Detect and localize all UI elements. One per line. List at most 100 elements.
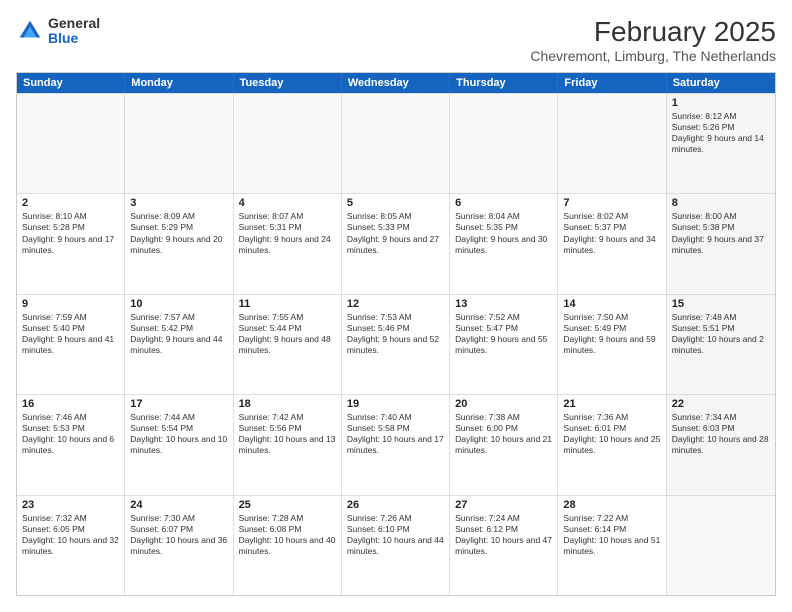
calendar-header-cell: Wednesday	[342, 73, 450, 93]
calendar-header-cell: Sunday	[17, 73, 125, 93]
cell-info: Sunrise: 7:28 AM Sunset: 6:08 PM Dayligh…	[239, 513, 336, 557]
calendar-cell: 19 Sunrise: 7:40 AM Sunset: 5:58 PM Dayli…	[342, 395, 450, 494]
calendar-header-cell: Tuesday	[234, 73, 342, 93]
calendar-cell	[234, 94, 342, 193]
calendar-cell: 10 Sunrise: 7:57 AM Sunset: 5:42 PM Dayli…	[125, 295, 233, 394]
calendar-cell: 15Sunrise: 7:48 AM Sunset: 5:51 PM Dayli…	[667, 295, 775, 394]
cell-info: Sunrise: 8:05 AM Sunset: 5:33 PM Dayligh…	[347, 211, 444, 255]
day-number: 8	[672, 197, 770, 209]
day-number: 10	[130, 298, 227, 310]
subtitle: Chevremont, Limburg, The Netherlands	[530, 48, 776, 64]
cell-info: Sunrise: 8:00 AM Sunset: 5:38 PM Dayligh…	[672, 211, 770, 255]
cell-info: Sunrise: 8:02 AM Sunset: 5:37 PM Dayligh…	[563, 211, 660, 255]
calendar-cell: 13Sunrise: 7:52 AM Sunset: 5:47 PM Dayli…	[450, 295, 558, 394]
calendar-cell: 12 Sunrise: 7:53 AM Sunset: 5:46 PM Dayli…	[342, 295, 450, 394]
day-number: 17	[130, 398, 227, 410]
cell-info: Sunrise: 7:44 AM Sunset: 5:54 PM Dayligh…	[130, 412, 227, 456]
calendar-cell	[17, 94, 125, 193]
day-number: 28	[563, 499, 660, 511]
calendar-cell: 21 Sunrise: 7:36 AM Sunset: 6:01 PM Dayli…	[558, 395, 666, 494]
calendar-header-cell: Saturday	[667, 73, 775, 93]
calendar-cell: 4 Sunrise: 8:07 AM Sunset: 5:31 PM Daylig…	[234, 194, 342, 293]
calendar-body: 1Sunrise: 8:12 AM Sunset: 5:26 PM Daylig…	[17, 93, 775, 595]
calendar-header-cell: Friday	[558, 73, 666, 93]
cell-info: Sunrise: 8:04 AM Sunset: 5:35 PM Dayligh…	[455, 211, 552, 255]
calendar-cell: 26 Sunrise: 7:26 AM Sunset: 6:10 PM Dayli…	[342, 496, 450, 595]
day-number: 25	[239, 499, 336, 511]
calendar-cell: 2 Sunrise: 8:10 AM Sunset: 5:28 PM Daylig…	[17, 194, 125, 293]
calendar-cell: 7 Sunrise: 8:02 AM Sunset: 5:37 PM Daylig…	[558, 194, 666, 293]
day-number: 26	[347, 499, 444, 511]
day-number: 4	[239, 197, 336, 209]
calendar-cell: 23Sunrise: 7:32 AM Sunset: 6:05 PM Dayli…	[17, 496, 125, 595]
page: General Blue February 2025 Chevremont, L…	[0, 0, 792, 612]
calendar-cell: 20Sunrise: 7:38 AM Sunset: 6:00 PM Dayli…	[450, 395, 558, 494]
calendar-cell	[558, 94, 666, 193]
day-number: 9	[22, 298, 119, 310]
main-title: February 2025	[530, 16, 776, 48]
title-block: February 2025 Chevremont, Limburg, The N…	[530, 16, 776, 64]
day-number: 16	[22, 398, 119, 410]
logo-icon	[16, 17, 44, 45]
day-number: 11	[239, 298, 336, 310]
cell-info: Sunrise: 7:53 AM Sunset: 5:46 PM Dayligh…	[347, 312, 444, 356]
day-number: 5	[347, 197, 444, 209]
cell-info: Sunrise: 7:46 AM Sunset: 5:53 PM Dayligh…	[22, 412, 119, 456]
header: General Blue February 2025 Chevremont, L…	[16, 16, 776, 64]
day-number: 12	[347, 298, 444, 310]
calendar-row: 1Sunrise: 8:12 AM Sunset: 5:26 PM Daylig…	[17, 93, 775, 193]
calendar-cell: 22Sunrise: 7:34 AM Sunset: 6:03 PM Dayli…	[667, 395, 775, 494]
day-number: 14	[563, 298, 660, 310]
cell-info: Sunrise: 7:22 AM Sunset: 6:14 PM Dayligh…	[563, 513, 660, 557]
calendar-cell	[125, 94, 233, 193]
cell-info: Sunrise: 7:36 AM Sunset: 6:01 PM Dayligh…	[563, 412, 660, 456]
calendar-cell: 3Sunrise: 8:09 AM Sunset: 5:29 PM Daylig…	[125, 194, 233, 293]
cell-info: Sunrise: 7:30 AM Sunset: 6:07 PM Dayligh…	[130, 513, 227, 557]
cell-info: Sunrise: 7:59 AM Sunset: 5:40 PM Dayligh…	[22, 312, 119, 356]
calendar-cell: 11 Sunrise: 7:55 AM Sunset: 5:44 PM Dayli…	[234, 295, 342, 394]
calendar-header: SundayMondayTuesdayWednesdayThursdayFrid…	[17, 73, 775, 93]
calendar-row: 2 Sunrise: 8:10 AM Sunset: 5:28 PM Daylig…	[17, 193, 775, 293]
cell-info: Sunrise: 7:48 AM Sunset: 5:51 PM Dayligh…	[672, 312, 770, 356]
cell-info: Sunrise: 8:10 AM Sunset: 5:28 PM Dayligh…	[22, 211, 119, 255]
calendar-cell: 1Sunrise: 8:12 AM Sunset: 5:26 PM Daylig…	[667, 94, 775, 193]
logo-text: General Blue	[48, 16, 100, 47]
calendar-cell: 9 Sunrise: 7:59 AM Sunset: 5:40 PM Daylig…	[17, 295, 125, 394]
calendar-row: 16 Sunrise: 7:46 AM Sunset: 5:53 PM Dayli…	[17, 394, 775, 494]
day-number: 2	[22, 197, 119, 209]
cell-info: Sunrise: 8:09 AM Sunset: 5:29 PM Dayligh…	[130, 211, 227, 255]
cell-info: Sunrise: 7:26 AM Sunset: 6:10 PM Dayligh…	[347, 513, 444, 557]
cell-info: Sunrise: 7:50 AM Sunset: 5:49 PM Dayligh…	[563, 312, 660, 356]
cell-info: Sunrise: 7:40 AM Sunset: 5:58 PM Dayligh…	[347, 412, 444, 456]
calendar-cell: 24 Sunrise: 7:30 AM Sunset: 6:07 PM Dayli…	[125, 496, 233, 595]
calendar-cell: 5 Sunrise: 8:05 AM Sunset: 5:33 PM Daylig…	[342, 194, 450, 293]
cell-info: Sunrise: 8:07 AM Sunset: 5:31 PM Dayligh…	[239, 211, 336, 255]
cell-info: Sunrise: 7:55 AM Sunset: 5:44 PM Dayligh…	[239, 312, 336, 356]
day-number: 23	[22, 499, 119, 511]
calendar-cell: 6 Sunrise: 8:04 AM Sunset: 5:35 PM Daylig…	[450, 194, 558, 293]
day-number: 21	[563, 398, 660, 410]
day-number: 7	[563, 197, 660, 209]
calendar-cell	[667, 496, 775, 595]
calendar-cell: 16 Sunrise: 7:46 AM Sunset: 5:53 PM Dayli…	[17, 395, 125, 494]
calendar-cell: 8 Sunrise: 8:00 AM Sunset: 5:38 PM Daylig…	[667, 194, 775, 293]
cell-info: Sunrise: 7:57 AM Sunset: 5:42 PM Dayligh…	[130, 312, 227, 356]
calendar-cell: 18Sunrise: 7:42 AM Sunset: 5:56 PM Dayli…	[234, 395, 342, 494]
day-number: 19	[347, 398, 444, 410]
calendar-cell: 25 Sunrise: 7:28 AM Sunset: 6:08 PM Dayli…	[234, 496, 342, 595]
day-number: 22	[672, 398, 770, 410]
cell-info: Sunrise: 7:24 AM Sunset: 6:12 PM Dayligh…	[455, 513, 552, 557]
calendar-row: 9 Sunrise: 7:59 AM Sunset: 5:40 PM Daylig…	[17, 294, 775, 394]
logo: General Blue	[16, 16, 100, 47]
cell-info: Sunrise: 7:38 AM Sunset: 6:00 PM Dayligh…	[455, 412, 552, 456]
calendar-header-cell: Thursday	[450, 73, 558, 93]
cell-info: Sunrise: 8:12 AM Sunset: 5:26 PM Dayligh…	[672, 111, 770, 155]
day-number: 24	[130, 499, 227, 511]
day-number: 18	[239, 398, 336, 410]
calendar-cell: 28 Sunrise: 7:22 AM Sunset: 6:14 PM Dayli…	[558, 496, 666, 595]
day-number: 6	[455, 197, 552, 209]
calendar-row: 23Sunrise: 7:32 AM Sunset: 6:05 PM Dayli…	[17, 495, 775, 595]
cell-info: Sunrise: 7:52 AM Sunset: 5:47 PM Dayligh…	[455, 312, 552, 356]
calendar-header-cell: Monday	[125, 73, 233, 93]
calendar-cell: 17 Sunrise: 7:44 AM Sunset: 5:54 PM Dayli…	[125, 395, 233, 494]
